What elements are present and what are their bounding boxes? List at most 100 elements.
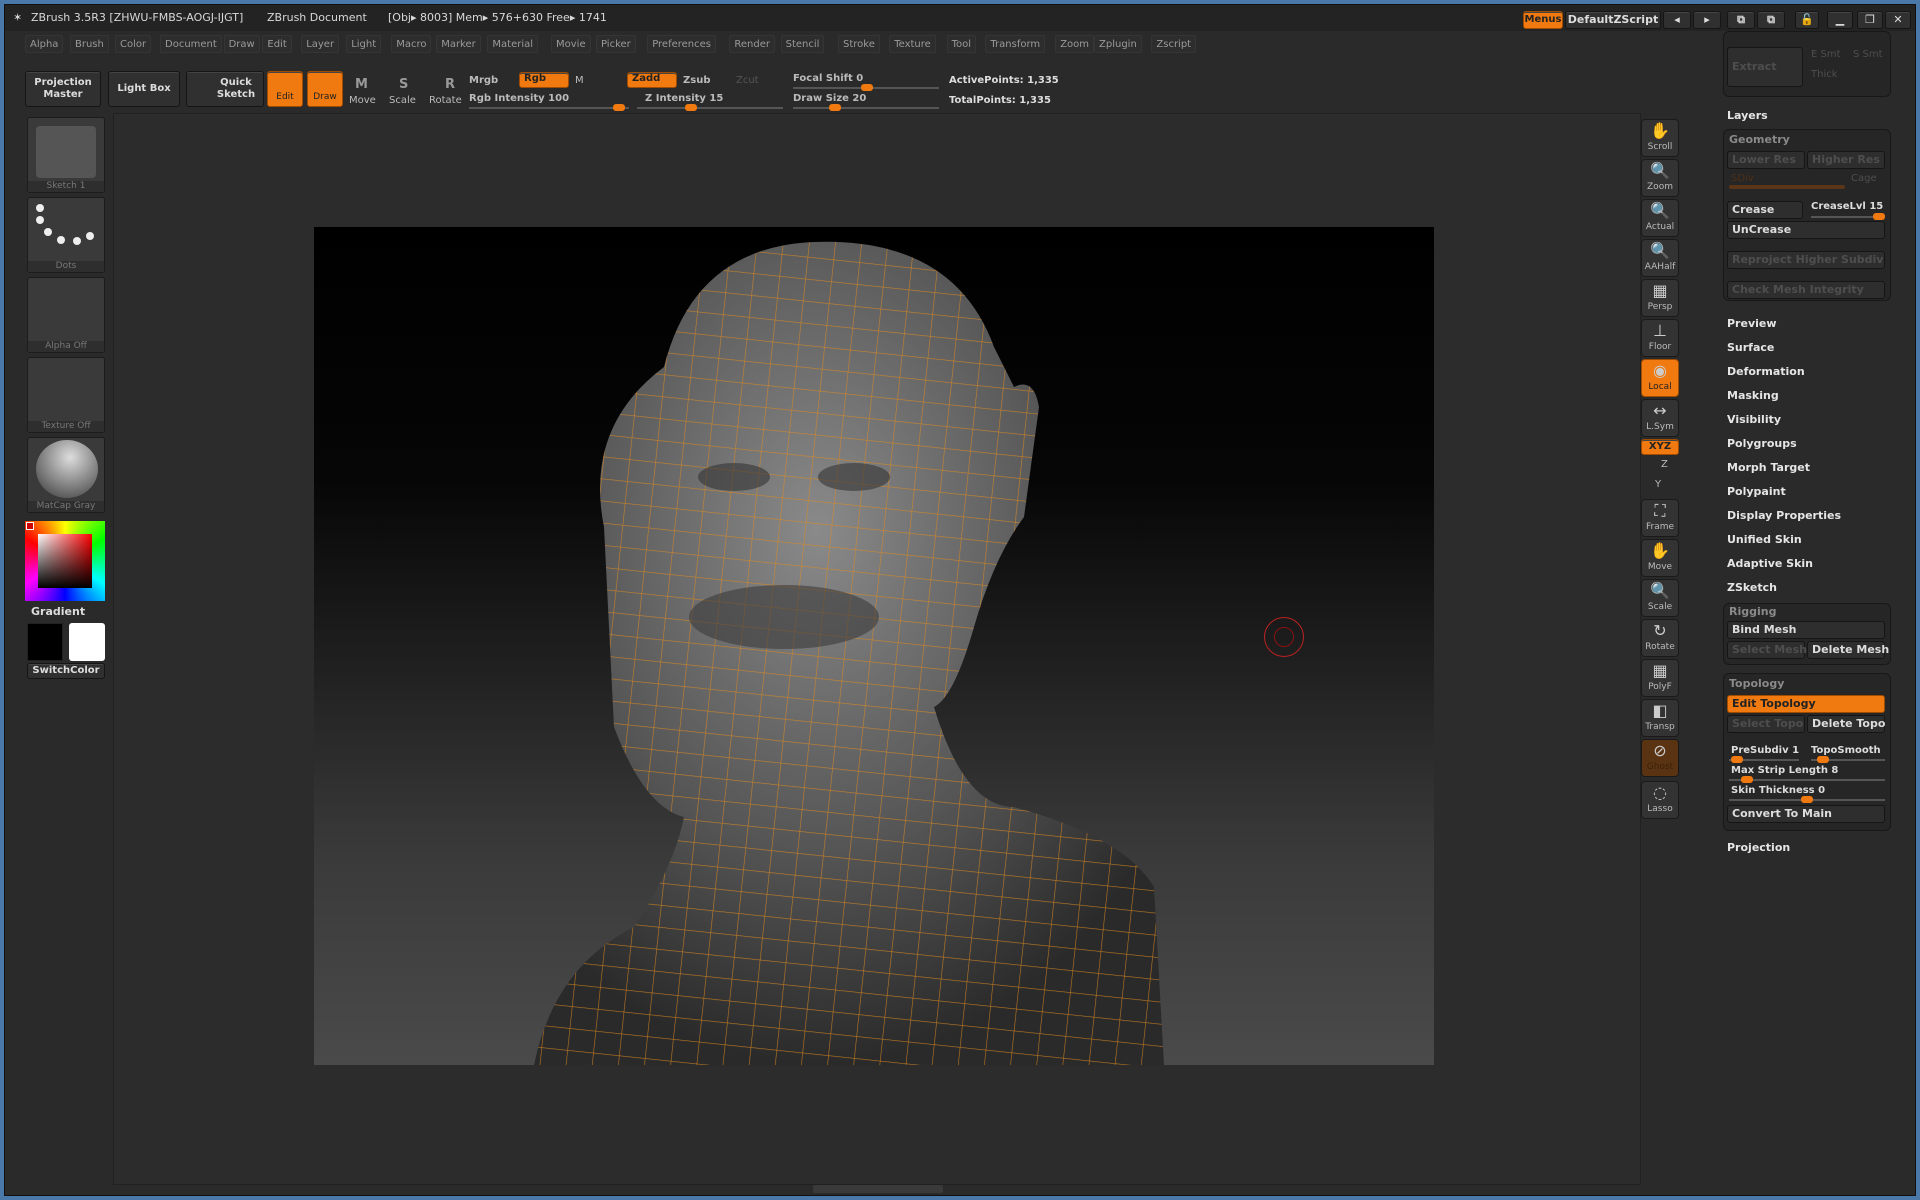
rotate-button[interactable]: ↻ Rotate — [1641, 619, 1679, 657]
draw-mode-button[interactable]: Draw — [307, 71, 343, 107]
menu-marker[interactable]: Marker — [436, 35, 481, 53]
thick-slider[interactable]: Thick — [1811, 69, 1838, 80]
menu-movie[interactable]: Movie — [551, 35, 591, 53]
lasso-button[interactable]: ◌ Lasso — [1641, 781, 1679, 819]
section-deformation[interactable]: Deformation — [1727, 365, 1805, 378]
crease-button[interactable]: Crease — [1727, 201, 1803, 219]
select-mesh-button[interactable]: Select Mesh — [1727, 641, 1807, 659]
menu-zplugin[interactable]: Zplugin — [1094, 35, 1142, 53]
default-zscript-button[interactable]: DefaultZScript — [1565, 11, 1661, 29]
uncrease-button[interactable]: UnCrease — [1727, 221, 1885, 239]
menu-texture[interactable]: Texture — [889, 35, 936, 53]
z-symmetry-button[interactable]: Z — [1661, 459, 1668, 470]
zadd-button[interactable]: Zadd — [627, 72, 677, 88]
e-smt-slider[interactable]: E Smt — [1811, 49, 1841, 60]
layers-section[interactable]: Layers — [1727, 109, 1768, 122]
menu-edit[interactable]: Edit — [262, 35, 292, 53]
scroll-button[interactable]: ✋ Scroll — [1641, 119, 1679, 157]
frame-button[interactable]: ⛶ Frame — [1641, 499, 1679, 537]
menu-draw[interactable]: Draw — [223, 35, 260, 53]
menu-zoom[interactable]: Zoom — [1055, 35, 1095, 53]
rotate-mode-button[interactable]: Rotate — [429, 95, 462, 106]
lock-icon[interactable]: 🔓 — [1795, 11, 1819, 29]
sketch-tool-thumbnail[interactable]: Sketch 1 — [27, 117, 105, 193]
texture-thumbnail[interactable]: Texture Off — [27, 357, 105, 433]
xyz-symmetry-button[interactable]: XYZ — [1641, 439, 1679, 455]
cage-button[interactable]: Cage — [1851, 173, 1877, 184]
section-unified-skin[interactable]: Unified Skin — [1727, 533, 1802, 546]
topology-header[interactable]: Topology — [1729, 677, 1784, 690]
menu-stencil[interactable]: Stencil — [780, 35, 825, 53]
menu-preferences[interactable]: Preferences — [647, 35, 717, 53]
scroll-left-icon[interactable]: ◂ — [1663, 11, 1691, 29]
z-intensity-slider[interactable] — [637, 104, 783, 111]
menu-layer[interactable]: Layer — [301, 35, 340, 53]
menu-color[interactable]: Color — [115, 35, 152, 53]
menu-material[interactable]: Material — [487, 35, 539, 53]
zoom-button[interactable]: 🔍 Zoom — [1641, 159, 1679, 197]
mrgb-button[interactable]: Mrgb — [469, 75, 498, 86]
rgb-button[interactable]: Rgb — [519, 72, 569, 88]
focal-shift-slider[interactable] — [793, 84, 939, 91]
transp-button[interactable]: ◧ Transp — [1641, 699, 1679, 737]
move-button[interactable]: ✋ Move — [1641, 539, 1679, 577]
section-display-properties[interactable]: Display Properties — [1727, 509, 1841, 522]
menu-tool[interactable]: Tool — [946, 35, 977, 53]
menu-zscript[interactable]: Zscript — [1151, 35, 1197, 53]
projection-section[interactable]: Projection — [1727, 841, 1790, 854]
skin-thickness-slider[interactable] — [1729, 796, 1885, 803]
reproject-higher-subdiv-button[interactable]: Reproject Higher Subdiv — [1727, 251, 1885, 269]
menu-brush[interactable]: Brush — [70, 35, 109, 53]
section-polygroups[interactable]: Polygroups — [1727, 437, 1797, 450]
color-picker[interactable] — [25, 521, 105, 601]
scale-button[interactable]: 🔍 Scale — [1641, 579, 1679, 617]
rigging-header[interactable]: Rigging — [1729, 605, 1776, 618]
delete-topo-button[interactable]: Delete Topo — [1807, 715, 1885, 733]
bottom-tray-handle[interactable] — [813, 1185, 943, 1193]
stroke-thumbnail[interactable]: Dots — [27, 197, 105, 273]
local-button[interactable]: ◉ Local — [1641, 359, 1679, 397]
light-box-button[interactable]: Light Box — [108, 71, 180, 107]
scale-mode-button[interactable]: Scale — [389, 95, 416, 106]
menu-alpha[interactable]: Alpha — [25, 35, 64, 53]
convert-to-main-button[interactable]: Convert To Main — [1727, 805, 1885, 823]
section-morph-target[interactable]: Morph Target — [1727, 461, 1810, 474]
tray-right-icon[interactable]: ⧉ — [1757, 11, 1785, 29]
section-polypaint[interactable]: Polypaint — [1727, 485, 1786, 498]
max-strip-length-slider[interactable] — [1729, 776, 1885, 783]
rgb-intensity-slider[interactable] — [469, 104, 629, 111]
geometry-header[interactable]: Geometry — [1729, 133, 1790, 146]
menu-picker[interactable]: Picker — [596, 35, 636, 53]
extract-button[interactable]: Extract — [1727, 47, 1803, 87]
close-icon[interactable]: ✕ — [1885, 11, 1911, 29]
menus-button[interactable]: Menus — [1523, 11, 1563, 29]
restore-icon[interactable]: ❐ — [1857, 11, 1883, 29]
material-thumbnail[interactable]: MatCap Gray — [27, 437, 105, 513]
document-canvas[interactable] — [314, 227, 1434, 1066]
projection-master-button[interactable]: Projection Master — [25, 71, 101, 107]
section-adaptive-skin[interactable]: Adaptive Skin — [1727, 557, 1813, 570]
menu-document[interactable]: Document — [160, 35, 222, 53]
bind-mesh-button[interactable]: Bind Mesh — [1727, 621, 1885, 639]
menu-render[interactable]: Render — [729, 35, 775, 53]
higher-res-button[interactable]: Higher Res — [1807, 151, 1885, 169]
quick-sketch-button[interactable]: Quick Sketch — [186, 71, 264, 107]
section-preview[interactable]: Preview — [1727, 317, 1777, 330]
check-mesh-integrity-button[interactable]: Check Mesh Integrity — [1727, 281, 1885, 299]
polyf-button[interactable]: ▦ PolyF — [1641, 659, 1679, 697]
lower-res-button[interactable]: Lower Res — [1727, 151, 1805, 169]
ghost-button[interactable]: ⊘ Ghost — [1641, 739, 1679, 777]
persp-button[interactable]: ▦ Persp — [1641, 279, 1679, 317]
edit-topology-button[interactable]: Edit Topology — [1727, 695, 1885, 713]
zsub-button[interactable]: Zsub — [683, 75, 710, 86]
presubdiv-slider[interactable] — [1729, 756, 1799, 763]
alpha-thumbnail[interactable]: Alpha Off — [27, 277, 105, 353]
section-masking[interactable]: Masking — [1727, 389, 1779, 402]
tray-left-icon[interactable]: ⧉ — [1727, 11, 1755, 29]
menu-transform[interactable]: Transform — [985, 35, 1046, 53]
menu-macro[interactable]: Macro — [391, 35, 432, 53]
gradient-button[interactable]: Gradient — [31, 605, 85, 618]
edit-mode-button[interactable]: Edit — [267, 71, 303, 107]
s-smt-slider[interactable]: S Smt — [1853, 49, 1883, 60]
m-button[interactable]: M — [575, 75, 584, 86]
